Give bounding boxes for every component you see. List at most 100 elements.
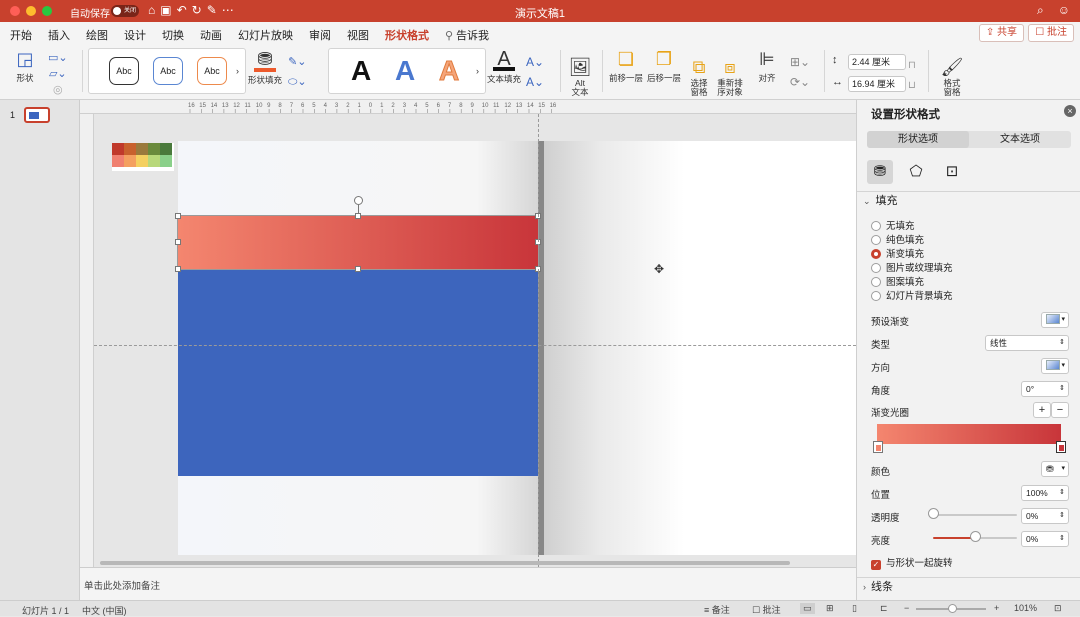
fill-slide-bg-option[interactable]: 幻灯片背景填充 (871, 288, 953, 302)
zoom-slider-knob[interactable] (948, 604, 957, 613)
home-icon[interactable]: ⌂ (148, 3, 155, 17)
tab-shape-options[interactable]: 形状选项 (867, 131, 969, 148)
wordart-style-1[interactable]: A (351, 55, 371, 87)
autosave-toggle[interactable]: 关闭 (111, 5, 139, 17)
stop-color-picker[interactable]: ⛃ ▾ (1041, 461, 1069, 477)
rotate-handle[interactable] (354, 196, 363, 205)
close-icon[interactable]: × (1064, 105, 1076, 117)
notes-toggle[interactable]: ≡ 备注 (704, 603, 730, 616)
position-input[interactable]: 100% ⇕ (1021, 485, 1069, 501)
zoom-out-icon[interactable]: − (904, 603, 909, 613)
comments-toggle[interactable]: ☐ 批注 (752, 603, 781, 616)
transparency-slider-knob[interactable] (928, 508, 939, 519)
transparency-input[interactable]: 0% ⇕ (1021, 508, 1069, 524)
add-stop-button[interactable]: + (1033, 402, 1051, 418)
reading-view-icon[interactable]: ▯ (852, 603, 857, 614)
align-button[interactable]: ⊫ 对齐 (752, 48, 782, 84)
fill-gradient-option[interactable]: 渐变填充 (871, 246, 924, 260)
customize-icon[interactable]: ✎ (207, 3, 217, 17)
fit-to-window-icon[interactable]: ⊡ (1054, 603, 1062, 614)
shape-width-input[interactable]: 16.94 厘米 (848, 76, 906, 92)
color-palette-swatches[interactable] (112, 143, 174, 171)
horizontal-scrollbar[interactable] (100, 561, 790, 565)
edit-shape-tools[interactable]: ▭⌄ ▱⌄ ◎ (48, 50, 68, 98)
remove-stop-button[interactable]: − (1051, 402, 1069, 418)
gradient-rectangle-shape[interactable] (177, 215, 539, 270)
resize-handle-b[interactable] (355, 266, 361, 272)
wordart-style-3[interactable]: A (438, 55, 459, 87)
preset-gradient-dropdown[interactable]: ▾ (1041, 312, 1069, 328)
fill-solid-option[interactable]: 纯色填充 (871, 232, 924, 246)
transparency-slider[interactable] (933, 514, 1017, 516)
gradient-stop-start[interactable] (873, 441, 883, 453)
notes-placeholder[interactable]: 单击此处添加备注 (84, 578, 160, 592)
text-outline-effects-buttons[interactable]: A⌄ A⌄ (526, 52, 544, 92)
bring-forward-button[interactable]: ❏ 前移一层 (608, 48, 644, 84)
alt-text-button[interactable]: 🖼 Alt 文本 (566, 48, 594, 97)
outline-effects-buttons[interactable]: ✎⌄ ⬭⌄ (288, 52, 307, 92)
resize-handle-bl[interactable] (175, 266, 181, 272)
wordart-style-2[interactable]: A (395, 55, 415, 87)
fill-pattern-option[interactable]: 图案填充 (871, 274, 924, 288)
lock-aspect-icon[interactable]: ⊓ ⊔ (908, 56, 916, 96)
close-window-button[interactable] (10, 6, 20, 16)
resize-handle-t[interactable] (355, 213, 361, 219)
slide-canvas[interactable]: ✥ (94, 114, 856, 567)
format-pane-button[interactable]: 🖌 格式 窗格 (936, 48, 968, 97)
shape-style-1[interactable]: Abc (109, 57, 139, 85)
redo-icon[interactable]: ↻ (192, 3, 202, 17)
direction-dropdown[interactable]: ▾ (1041, 358, 1069, 374)
slide-thumbnail[interactable] (24, 107, 50, 123)
fill-section-header[interactable]: ⌄ 填充 (857, 191, 1080, 209)
zoom-window-button[interactable] (42, 6, 52, 16)
selection-pane-button[interactable]: ⧉ 选择 窗格 (686, 48, 712, 97)
shape-styles-gallery[interactable]: Abc Abc Abc (88, 48, 246, 94)
send-backward-button[interactable]: ❐ 后移一层 (646, 48, 682, 84)
shape-style-3[interactable]: Abc (197, 57, 227, 85)
minimize-window-button[interactable] (26, 6, 36, 16)
rotate-with-shape-checkbox[interactable]: ✓ 与形状一起旋转 (871, 555, 953, 570)
line-section-header[interactable]: › 线条 (857, 577, 1080, 595)
share-button[interactable]: ⇪ 共享 (978, 24, 1024, 42)
tab-text-options[interactable]: 文本选项 (969, 131, 1071, 148)
shape-height-input[interactable]: 2.44 厘米 (848, 54, 906, 70)
gradient-stops-bar[interactable] (877, 424, 1061, 444)
fill-none-option[interactable]: 无填充 (871, 218, 915, 232)
effects-pentagon-icon[interactable]: ⬠ (903, 160, 929, 184)
reorder-objects-button[interactable]: ⧈ 重新排 序对象 (714, 48, 746, 97)
search-icon[interactable]: ⌕ (1037, 3, 1044, 18)
notes-pane[interactable]: 单击此处添加备注 (80, 567, 856, 600)
angle-input[interactable]: 0° ⇕ (1021, 381, 1069, 397)
shape-style-2[interactable]: Abc (153, 57, 183, 85)
slide[interactable] (175, 141, 856, 555)
fill-line-icon[interactable]: ⛃ (867, 160, 893, 184)
brightness-slider-knob[interactable] (970, 531, 981, 542)
slideshow-icon[interactable]: ⊏ (880, 603, 888, 614)
text-fill-button[interactable]: A 文本填充 (486, 48, 522, 85)
wordart-gallery[interactable]: A A A (328, 48, 486, 94)
gradient-type-select[interactable]: 线性 ⇕ (985, 335, 1069, 351)
styles-more-icon[interactable]: › (236, 66, 239, 76)
book-right-page[interactable] (544, 141, 856, 555)
zoom-in-icon[interactable]: + (994, 603, 999, 613)
undo-icon[interactable]: ↶ (177, 3, 187, 17)
slide-sorter-icon[interactable]: ⊞ (826, 603, 834, 614)
more-icon[interactable]: ⋯ (222, 3, 234, 17)
fill-picture-option[interactable]: 图片或纹理填充 (871, 260, 953, 274)
blue-rectangle-shape[interactable] (178, 269, 538, 476)
resize-handle-l[interactable] (175, 239, 181, 245)
brightness-input[interactable]: 0% ⇕ (1021, 531, 1069, 547)
resize-handle-tl[interactable] (175, 213, 181, 219)
vertical-guide[interactable] (538, 114, 539, 567)
save-icon[interactable]: ▣ (160, 3, 171, 17)
language-indicator[interactable]: 中文 (中国) (82, 604, 127, 617)
group-rotate-buttons[interactable]: ⊞⌄ ⟳⌄ (790, 52, 810, 92)
size-properties-icon[interactable]: ⊡ (939, 160, 965, 184)
comments-button[interactable]: ☐ 批注 (1028, 24, 1074, 42)
gradient-stop-end[interactable] (1056, 441, 1066, 453)
shape-fill-button[interactable]: ⛃ 形状填充 (246, 48, 284, 86)
horizontal-guide[interactable] (94, 345, 856, 346)
zoom-level[interactable]: 101% (1014, 603, 1037, 613)
insert-shape-button[interactable]: ◲ 形状 (8, 48, 42, 84)
smiley-icon[interactable]: ☺ (1058, 3, 1070, 18)
